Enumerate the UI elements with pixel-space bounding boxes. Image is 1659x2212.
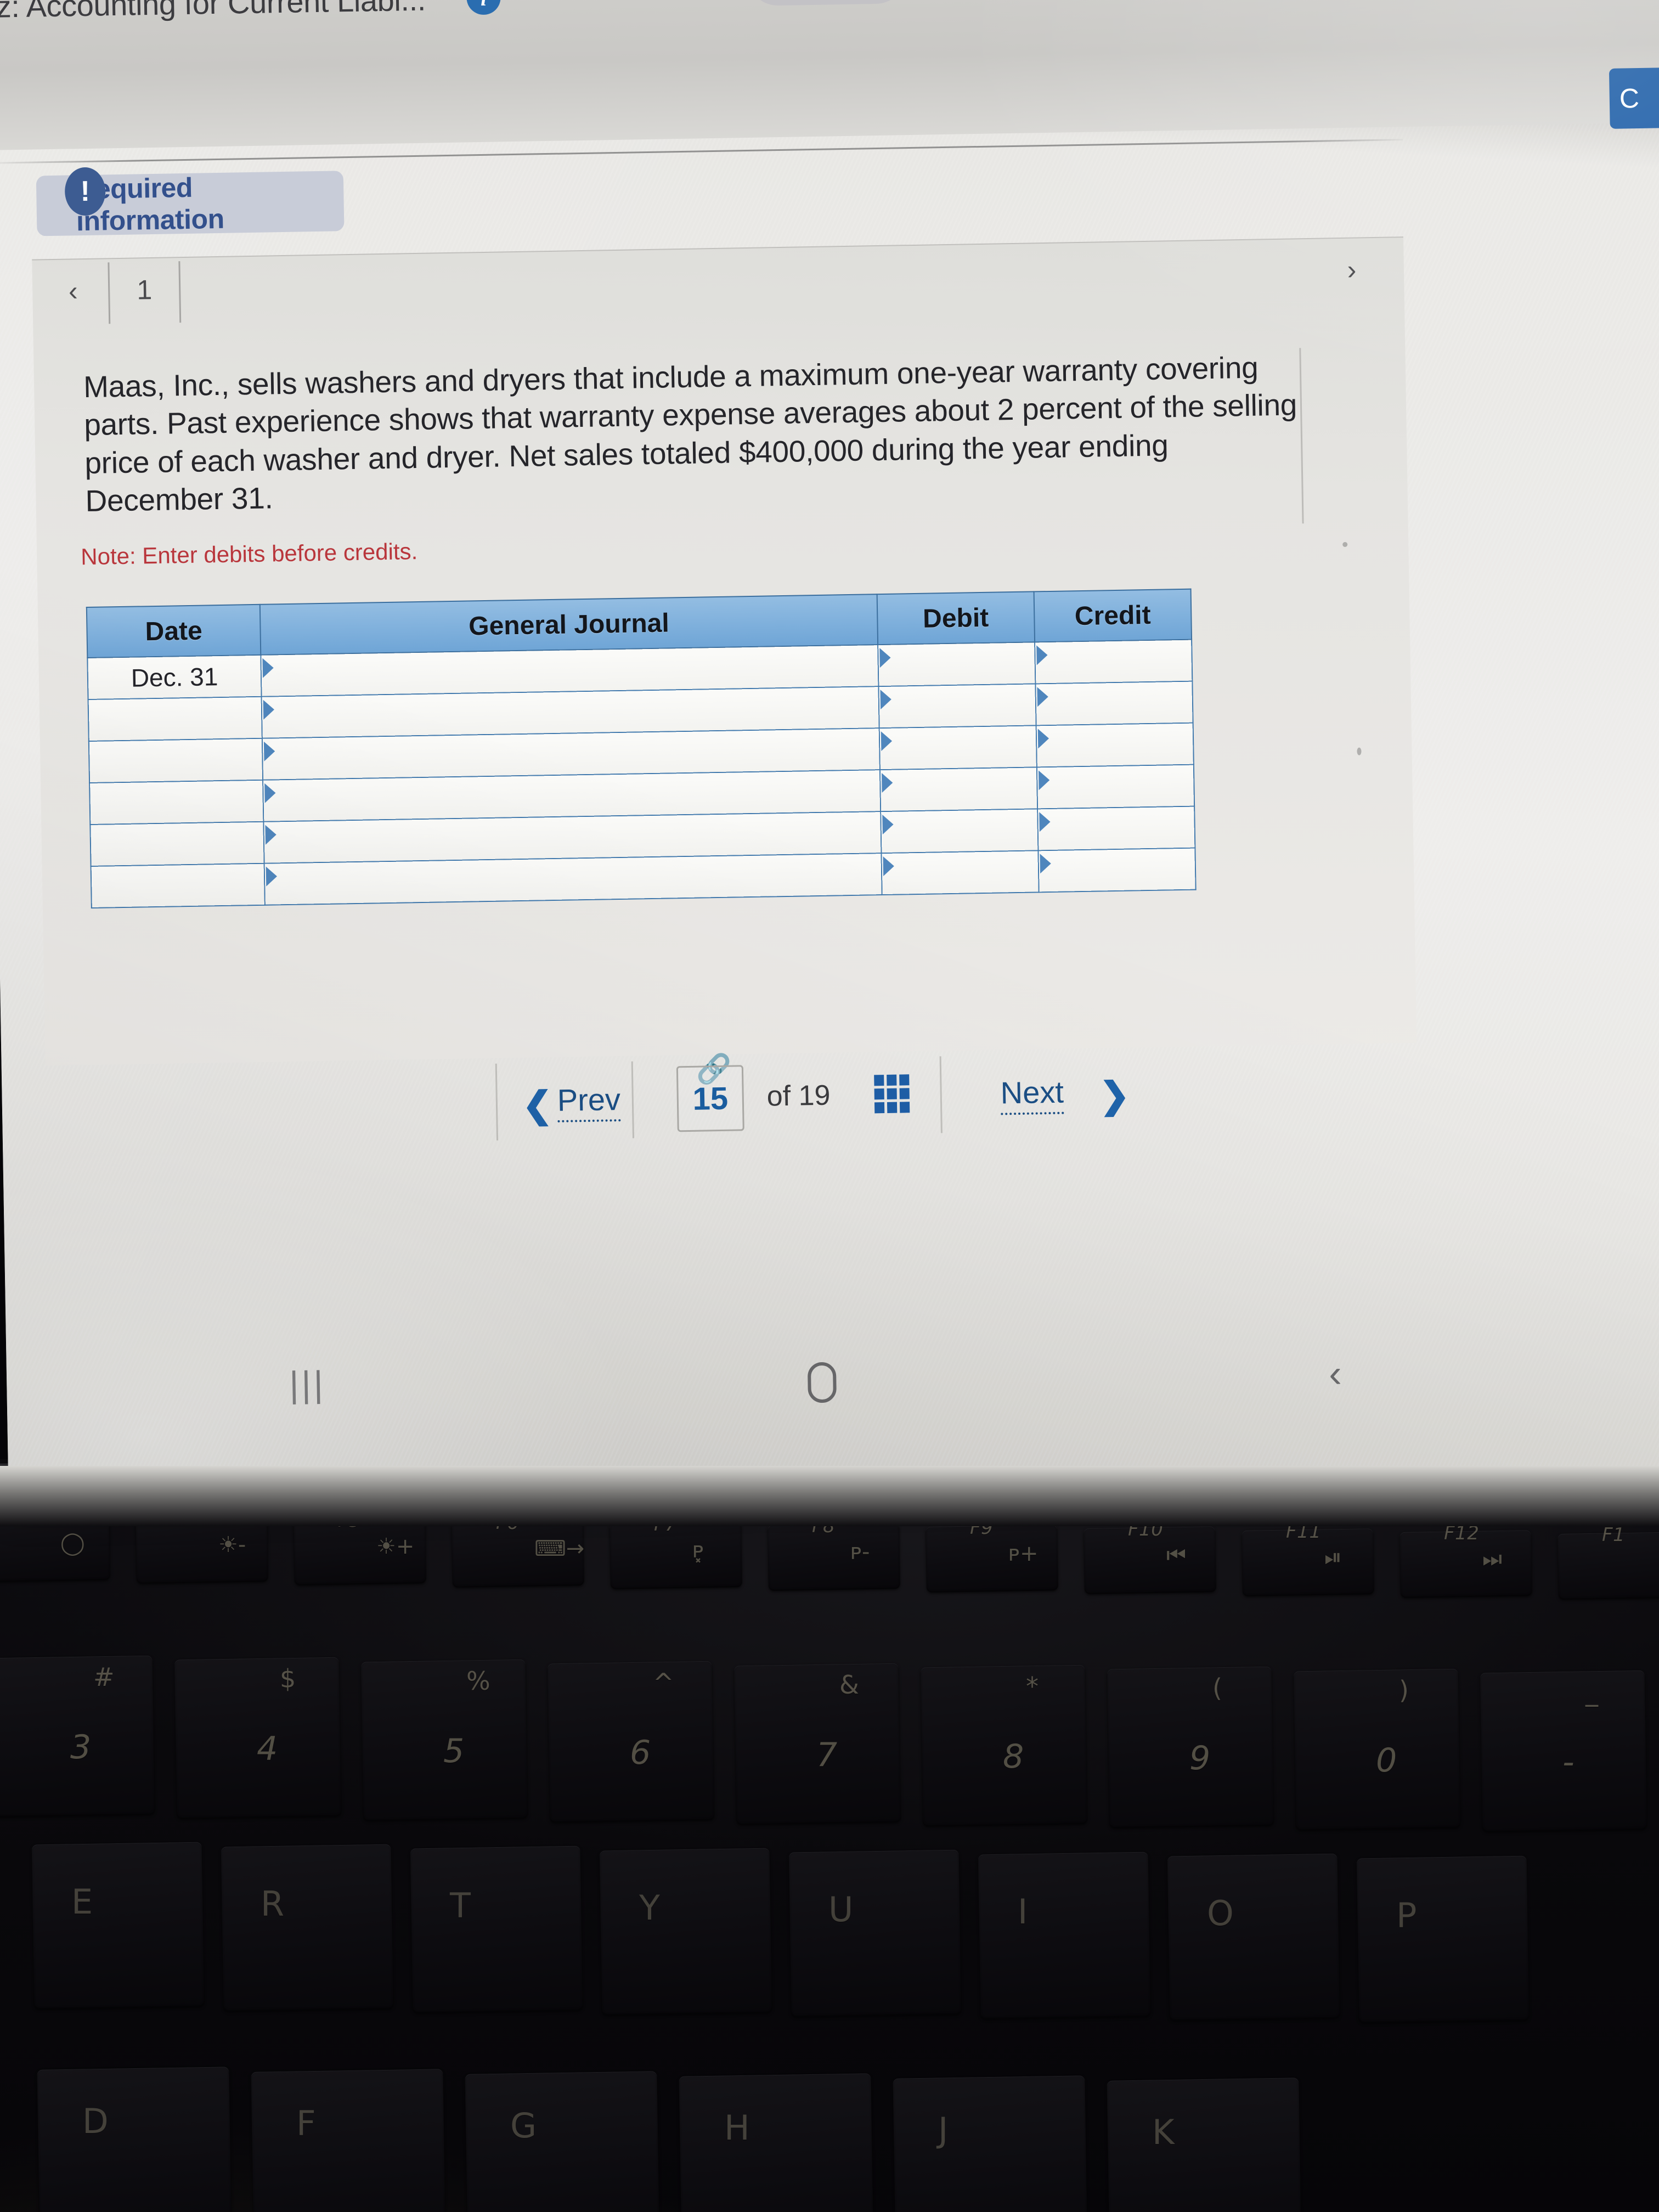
keyboard-key[interactable] (452, 1519, 584, 1588)
home-icon[interactable] (807, 1362, 837, 1403)
column-header-date: Date (86, 604, 261, 658)
journal-rows: Dec. 31 (87, 639, 1196, 908)
journal-debit-cell[interactable] (879, 725, 1037, 770)
keyboard-key[interactable] (37, 2067, 232, 2212)
general-journal-table: Date General Journal Debit Credit Dec. 3… (86, 589, 1197, 909)
keyboard-key[interactable] (221, 1844, 394, 2011)
side-action-chip[interactable]: C (1609, 67, 1659, 129)
journal-date-cell[interactable] (89, 780, 264, 825)
dust-speck (1357, 747, 1362, 755)
total-pages-value: 19 (798, 1079, 831, 1112)
journal-credit-cell[interactable] (1036, 764, 1195, 809)
keyboard-key[interactable] (1293, 1668, 1461, 1831)
keyboard-key[interactable] (788, 1849, 962, 2017)
journal-debit-cell[interactable] (880, 809, 1039, 854)
part-tab-1[interactable]: 1 (109, 257, 179, 323)
keyboard-key[interactable] (1107, 1667, 1274, 1829)
required-information-banner: ! Required information (36, 167, 345, 237)
laptop-keyboard: F3◯F4☀-F5☀+F6⌨→F7ᴘ͓F8ᴘ-F9ᴘ+F10⏮F11⏯F12⏭F… (0, 1459, 1659, 2212)
tablet-screen: iz: Accounting for Current Liabi... i Sa… (0, 0, 1659, 1500)
keyboard-key[interactable] (410, 1846, 583, 2013)
journal-debit-cell[interactable] (877, 642, 1036, 687)
keyboard-key[interactable] (360, 1659, 528, 1821)
required-information-label: Required information (75, 172, 225, 237)
keyboard-key[interactable] (294, 1517, 426, 1586)
keyboard-key[interactable] (1480, 1670, 1647, 1832)
keyboard-key[interactable] (465, 2071, 660, 2212)
prev-button[interactable]: Prev (557, 1081, 621, 1122)
pager-divider (939, 1056, 943, 1133)
next-chevron-icon[interactable]: ❯ (1099, 1074, 1130, 1117)
column-header-debit: Debit (877, 591, 1035, 645)
column-header-credit: Credit (1034, 589, 1192, 642)
page-number-input[interactable]: 15 (676, 1065, 744, 1132)
keyboard-key[interactable] (733, 1663, 901, 1825)
part-prev-button[interactable]: ‹ (37, 258, 109, 324)
recents-icon[interactable]: ||| (289, 1363, 326, 1405)
keyboard-key[interactable] (679, 2073, 874, 2212)
android-navigation-bar: ||| ‹ (6, 1323, 1659, 1455)
keyboard-key[interactable] (1084, 1526, 1216, 1595)
keyboard-key[interactable] (768, 1523, 900, 1591)
keyboard-key[interactable] (893, 2075, 1088, 2212)
keyboard-key[interactable] (1558, 1532, 1659, 1600)
part-next-button[interactable]: › (1316, 237, 1388, 303)
pager-divider (631, 1061, 634, 1138)
question-pagination: ❮ Prev 🔗 15 of 19 Next ❯ (495, 1051, 1265, 1152)
journal-debit-cell[interactable] (878, 684, 1036, 729)
current-page-value: 15 (692, 1080, 729, 1117)
question-text: Maas, Inc., sells washers and dryers tha… (83, 350, 1297, 518)
of-label: of (766, 1080, 791, 1113)
question-text-box: Maas, Inc., sells washers and dryers tha… (83, 348, 1304, 544)
next-button[interactable]: Next (1000, 1074, 1064, 1115)
grid-view-icon[interactable] (874, 1074, 910, 1114)
page-total-label: of 19 (766, 1079, 831, 1113)
journal-credit-cell[interactable] (1034, 639, 1193, 684)
journal-date-cell[interactable] (88, 738, 263, 783)
pager-divider (495, 1063, 499, 1141)
keyboard-key[interactable] (174, 1657, 342, 1819)
journal-debit-cell[interactable] (881, 850, 1039, 895)
keyboard-key[interactable] (1167, 1853, 1340, 2021)
keyboard-key[interactable] (31, 1842, 205, 2010)
back-icon[interactable]: ‹ (1329, 1351, 1342, 1395)
prev-chevron-icon[interactable]: ❮ (522, 1084, 553, 1126)
journal-date-cell[interactable] (88, 696, 263, 742)
keyboard-key[interactable] (0, 1655, 155, 1818)
keyboard-key[interactable] (1107, 2078, 1302, 2212)
journal-date-cell[interactable] (90, 821, 264, 866)
keyboard-key[interactable] (547, 1661, 715, 1823)
journal-credit-cell[interactable] (1038, 848, 1196, 893)
keyboard-key[interactable] (610, 1521, 742, 1589)
device-bottom-edge (0, 1466, 1659, 1526)
keyboard-key[interactable] (1242, 1528, 1374, 1596)
keyboard-key[interactable] (599, 1848, 772, 2015)
keyboard-key[interactable] (1356, 1855, 1530, 2023)
journal-credit-cell[interactable] (1036, 723, 1194, 768)
keyboard-key[interactable] (978, 1852, 1151, 2019)
journal-date-cell[interactable]: Dec. 31 (87, 654, 262, 700)
keyboard-key[interactable] (251, 2069, 446, 2212)
keyboard-key[interactable] (920, 1664, 1088, 1827)
dust-speck (1342, 541, 1348, 548)
part-nav-divider (178, 261, 182, 323)
journal-credit-cell[interactable] (1037, 806, 1195, 851)
journal-debit-cell[interactable] (879, 767, 1037, 812)
keyboard-key[interactable] (1400, 1530, 1532, 1598)
journal-credit-cell[interactable] (1035, 681, 1193, 726)
keyboard-key[interactable] (926, 1525, 1058, 1593)
screenshot-root: F3◯F4☀-F5☀+F6⌨→F7ᴘ͓F8ᴘ-F9ᴘ+F10⏮F11⏯F12⏭F… (0, 0, 1659, 2212)
journal-date-cell[interactable] (91, 863, 266, 908)
app-top-bar (0, 0, 1659, 150)
debit-credit-note: Note: Enter debits before credits. (80, 538, 418, 570)
